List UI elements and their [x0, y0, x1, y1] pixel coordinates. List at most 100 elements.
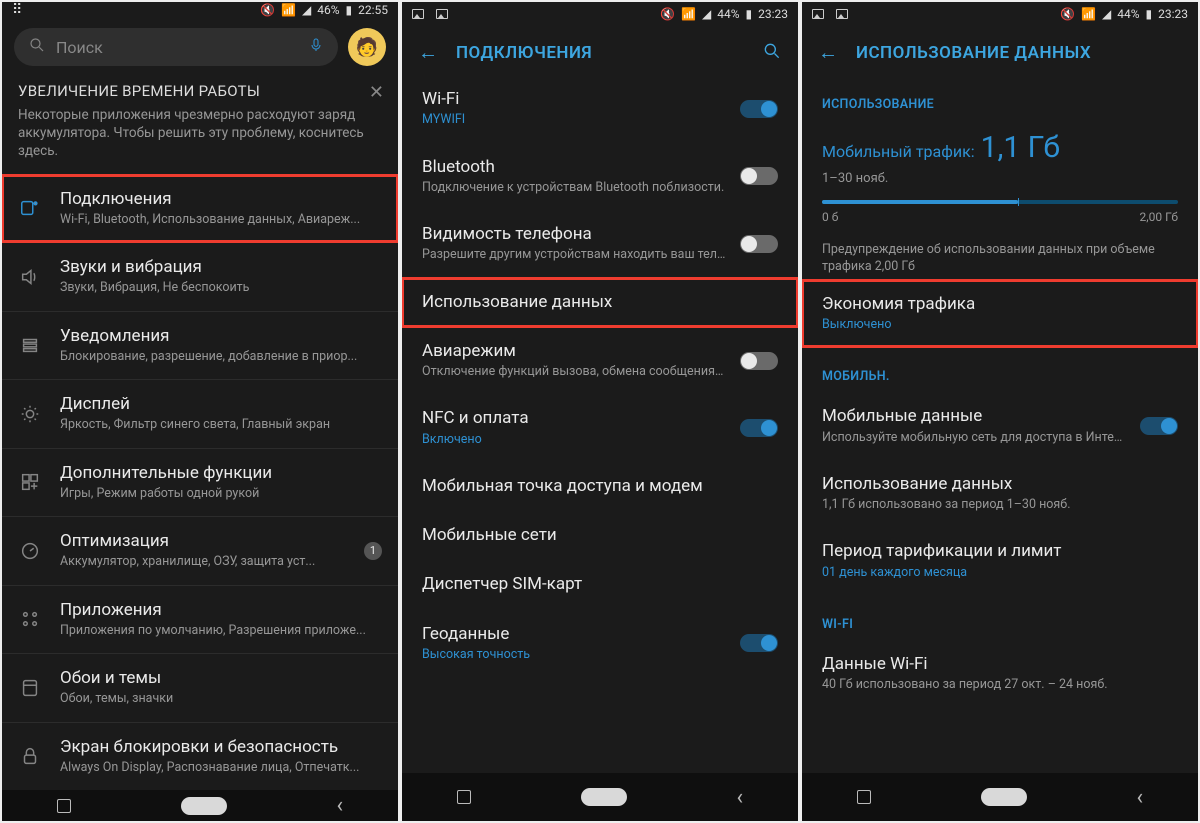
back-arrow-icon[interactable]: ← [418, 40, 438, 65]
usage-range: 1–30 нояб. [822, 171, 1178, 186]
mute-icon: 🔇 [1060, 7, 1075, 21]
row-title: Использование данных [822, 474, 1178, 495]
header-title: ИСПОЛЬЗОВАНИЕ ДАННЫХ [856, 43, 1091, 63]
billing-cycle-row[interactable]: Период тарификации и лимит 01 день каждо… [802, 527, 1198, 595]
back-arrow-icon[interactable]: ← [818, 40, 838, 65]
screenshot-icon [436, 9, 448, 19]
settings-item-notifications[interactable]: Уведомления Блокирование, разрешение, до… [2, 311, 398, 380]
connection-row-3[interactable]: Использование данных [402, 278, 798, 327]
connection-row-9[interactable]: ГеоданныеВысокая точность [402, 610, 798, 678]
nav-bar: ‹ [402, 773, 798, 821]
battery-percent: 44% [1117, 7, 1139, 21]
profile-avatar[interactable]: 🧑 [348, 28, 386, 66]
item-sub: Яркость, Фильтр синего света, Главный эк… [60, 417, 330, 433]
item-title: Дополнительные функции [60, 463, 272, 484]
row-title: Мобильные данные [822, 406, 1128, 427]
clock: 23:23 [1158, 7, 1188, 21]
screenshot-icon [836, 9, 848, 19]
search-icon[interactable] [762, 41, 782, 65]
wifi-data-row[interactable]: Данные Wi-Fi 40 Гб использовано за перио… [802, 640, 1198, 708]
row-toggle[interactable] [740, 235, 778, 253]
section-wifi: WI-FI [802, 595, 1198, 640]
settings-item-sound[interactable]: Звуки и вибрация Звуки, Вибрация, Не бес… [2, 242, 398, 311]
recents-button[interactable] [57, 799, 71, 813]
wifi-icon: 📶 [281, 3, 296, 17]
section-mobile: МОБИЛЬН. [802, 347, 1198, 392]
row-toggle[interactable] [740, 100, 778, 118]
row-toggle[interactable] [740, 167, 778, 185]
clock: 22:55 [358, 3, 388, 17]
wifi-icon: 📶 [681, 7, 696, 21]
settings-item-lock[interactable]: Экран блокировки и безопасность Always O… [2, 722, 398, 791]
screenshot-icon [412, 9, 424, 19]
row-title: Использование данных [422, 292, 778, 313]
connection-row-0[interactable]: Wi-FiMYWIFI [402, 75, 798, 143]
settings-item-apps[interactable]: Приложения Приложения по умолчанию, Разр… [2, 585, 398, 654]
settings-item-wallpaper[interactable]: Обои и темы Обои, темы, значки [2, 653, 398, 722]
settings-main-screen: 🔇 📶 ◢ 46% ▮ 22:55 Поиск 🧑 УВЕЛИЧЕНИЕ ВРЕ… [2, 2, 398, 821]
connection-row-6[interactable]: Мобильная точка доступа и модем [402, 462, 798, 511]
home-button[interactable] [981, 788, 1027, 806]
home-button[interactable] [181, 797, 227, 815]
advanced-icon [18, 471, 42, 493]
mobile-data-row[interactable]: Мобильные данные Используйте мобильную с… [802, 392, 1198, 460]
usage-bar [822, 200, 1178, 204]
more-icon [12, 2, 20, 18]
mobile-data-toggle[interactable] [1140, 417, 1178, 435]
settings-item-connections[interactable]: Подключения Wi-Fi, Bluetooth, Использова… [2, 175, 398, 243]
row-toggle[interactable] [740, 352, 778, 370]
item-title: Экран блокировки и безопасность [60, 737, 359, 758]
back-button[interactable]: ‹ [1136, 785, 1143, 810]
usage-label: Мобильный трафик: [822, 142, 975, 161]
bar-min: 0 б [822, 210, 838, 224]
item-title: Звуки и вибрация [60, 257, 249, 278]
status-bar: 🔇 📶 ◢ 46% ▮ 22:55 [2, 2, 398, 18]
item-sub: Блокирование, разрешение, добавление в п… [60, 349, 357, 365]
row-title: Экономия трафика [822, 294, 1178, 315]
item-sub: Wi-Fi, Bluetooth, Использование данных, … [60, 212, 360, 228]
settings-item-advanced[interactable]: Дополнительные функции Игры, Режим работ… [2, 448, 398, 517]
recents-button[interactable] [457, 790, 471, 804]
item-badge: 1 [364, 542, 382, 560]
back-button[interactable]: ‹ [736, 785, 743, 810]
usage-summary[interactable]: Мобильный трафик: 1,1 Гб 1–30 нояб. 0 б … [802, 120, 1198, 280]
item-title: Подключения [60, 189, 360, 210]
settings-item-optimization[interactable]: Оптимизация Аккумулятор, хранилище, ОЗУ,… [2, 516, 398, 585]
close-icon[interactable]: ✕ [369, 82, 384, 103]
row-title: Геоданные [422, 624, 728, 645]
row-title: Диспетчер SIM-карт [422, 574, 778, 595]
search-input[interactable]: Поиск [14, 28, 338, 66]
notifications-icon [18, 334, 42, 356]
usage-warning: Предупреждение об использовании данных п… [822, 242, 1178, 276]
data-saver-row[interactable]: Экономия трафика Выключено [802, 280, 1198, 348]
row-sub: 01 день каждого месяца [822, 565, 1178, 581]
item-sub: Аккумулятор, хранилище, ОЗУ, защита уст.… [60, 554, 315, 570]
connection-row-8[interactable]: Диспетчер SIM-карт [402, 560, 798, 609]
connection-row-7[interactable]: Мобильные сети [402, 511, 798, 560]
item-sub: Always On Display, Распознавание лица, О… [60, 760, 359, 776]
row-sub: 40 Гб использовано за период 27 окт. – 2… [822, 677, 1178, 693]
back-button[interactable]: ‹ [336, 793, 343, 818]
row-sub: Выключено [822, 317, 1178, 333]
mute-icon: 🔇 [660, 7, 675, 21]
row-title: Bluetooth [422, 157, 728, 178]
row-sub: Используйте мобильную сеть для доступа в… [822, 430, 1128, 446]
settings-item-display[interactable]: Дисплей Яркость, Фильтр синего света, Гл… [2, 379, 398, 448]
connection-row-4[interactable]: АвиарежимОтключение функций вызова, обме… [402, 327, 798, 395]
home-button[interactable] [581, 788, 627, 806]
mic-icon[interactable] [308, 36, 324, 58]
battery-percent: 46% [317, 3, 339, 17]
battery-tip-card[interactable]: УВЕЛИЧЕНИЕ ВРЕМЕНИ РАБОТЫ Некоторые прил… [2, 72, 398, 175]
recents-button[interactable] [857, 790, 871, 804]
row-title: Данные Wi-Fi [822, 654, 1178, 675]
connection-row-2[interactable]: Видимость телефонаРазрешите другим устро… [402, 210, 798, 278]
row-toggle[interactable] [740, 419, 778, 437]
connections-screen: 🔇 📶 ◢ 44% ▮ 23:23 ← ПОДКЛЮЧЕНИЯ Wi-FiMYW… [402, 2, 798, 821]
row-sub: Разрешите другим устройствам находить ва… [422, 247, 728, 263]
connections-icon [18, 197, 42, 219]
connection-row-5[interactable]: NFC и оплатаВключено [402, 394, 798, 462]
row-toggle[interactable] [740, 634, 778, 652]
item-title: Обои и темы [60, 668, 173, 689]
mobile-usage-row[interactable]: Использование данных 1,1 Гб использовано… [802, 460, 1198, 528]
connection-row-1[interactable]: BluetoothПодключение к устройствам Bluet… [402, 143, 798, 211]
